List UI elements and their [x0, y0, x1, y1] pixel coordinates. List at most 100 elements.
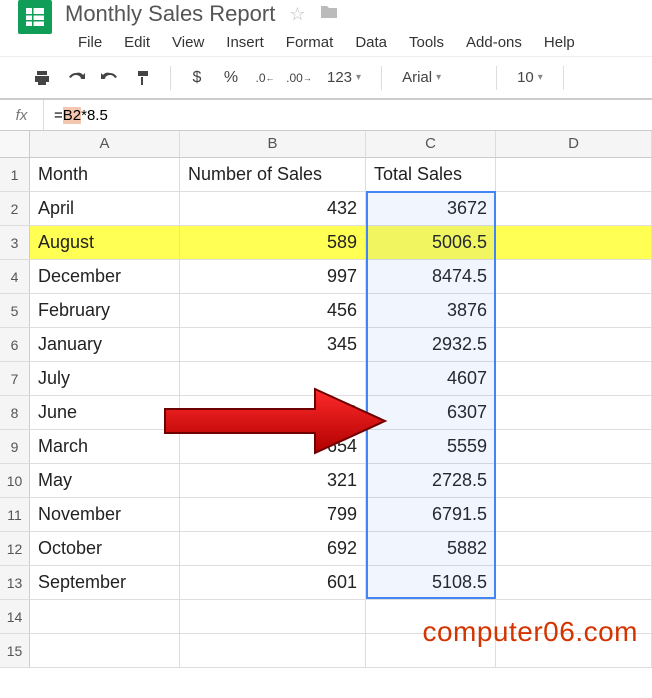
- document-title[interactable]: Monthly Sales Report: [65, 1, 275, 27]
- menu-view[interactable]: View: [162, 30, 214, 55]
- row-header[interactable]: 6: [0, 328, 30, 361]
- menu-format[interactable]: Format: [276, 30, 344, 55]
- row-header[interactable]: 1: [0, 158, 30, 191]
- cell[interactable]: 692: [180, 532, 366, 565]
- cell[interactable]: May: [30, 464, 180, 497]
- menu-tools[interactable]: Tools: [399, 30, 454, 55]
- folder-icon[interactable]: [319, 4, 339, 25]
- formula-input[interactable]: =B2*8.5: [44, 107, 108, 124]
- row-header[interactable]: 7: [0, 362, 30, 395]
- cell[interactable]: [496, 260, 652, 293]
- row-header[interactable]: 12: [0, 532, 30, 565]
- font-size-select[interactable]: 10▾: [509, 65, 551, 90]
- menu-addons[interactable]: Add-ons: [456, 30, 532, 55]
- cell[interactable]: 5882: [366, 532, 496, 565]
- cell[interactable]: April: [30, 192, 180, 225]
- menu-data[interactable]: Data: [345, 30, 397, 55]
- cell[interactable]: [496, 464, 652, 497]
- cell[interactable]: November: [30, 498, 180, 531]
- print-icon[interactable]: [28, 64, 56, 92]
- menu-file[interactable]: File: [68, 30, 112, 55]
- menu-edit[interactable]: Edit: [114, 30, 160, 55]
- cell[interactable]: 3876: [366, 294, 496, 327]
- row-header[interactable]: 15: [0, 634, 30, 667]
- cell[interactable]: 8474.5: [366, 260, 496, 293]
- cell[interactable]: March: [30, 430, 180, 463]
- percent-button[interactable]: %: [217, 64, 245, 92]
- decrease-decimal-button[interactable]: .0←: [251, 64, 279, 92]
- star-icon[interactable]: ☆: [289, 4, 305, 25]
- cell[interactable]: January: [30, 328, 180, 361]
- cell[interactable]: [180, 362, 366, 395]
- cell[interactable]: October: [30, 532, 180, 565]
- cell[interactable]: [496, 328, 652, 361]
- row-header[interactable]: 9: [0, 430, 30, 463]
- cell[interactable]: February: [30, 294, 180, 327]
- currency-button[interactable]: $: [183, 64, 211, 92]
- cell[interactable]: 654: [180, 430, 366, 463]
- menu-help[interactable]: Help: [534, 30, 585, 55]
- sheets-app-icon[interactable]: [18, 0, 52, 34]
- cell[interactable]: 432: [180, 192, 366, 225]
- column-header-C[interactable]: C: [366, 131, 496, 157]
- cell[interactable]: 5108.5: [366, 566, 496, 599]
- number-format-button[interactable]: 123▾: [319, 65, 369, 90]
- row-header[interactable]: 8: [0, 396, 30, 429]
- cell[interactable]: [496, 532, 652, 565]
- cell[interactable]: September: [30, 566, 180, 599]
- cell[interactable]: 997: [180, 260, 366, 293]
- cell[interactable]: 589: [180, 226, 366, 259]
- cell[interactable]: 6791.5: [366, 498, 496, 531]
- row-header[interactable]: 11: [0, 498, 30, 531]
- font-family-select[interactable]: Arial▾: [394, 65, 484, 90]
- cell[interactable]: [30, 600, 180, 633]
- cell[interactable]: [496, 362, 652, 395]
- cell[interactable]: [496, 226, 652, 259]
- column-header-B[interactable]: B: [180, 131, 366, 157]
- cell[interactable]: [496, 430, 652, 463]
- row-header[interactable]: 2: [0, 192, 30, 225]
- row-header[interactable]: 13: [0, 566, 30, 599]
- cell[interactable]: December: [30, 260, 180, 293]
- cell[interactable]: 5006.5: [366, 226, 496, 259]
- cell[interactable]: June: [30, 396, 180, 429]
- cell[interactable]: [180, 634, 366, 667]
- cell[interactable]: 2728.5: [366, 464, 496, 497]
- cell[interactable]: [30, 634, 180, 667]
- row-header[interactable]: 4: [0, 260, 30, 293]
- cell[interactable]: 456: [180, 294, 366, 327]
- cell[interactable]: [496, 294, 652, 327]
- cell[interactable]: 5559: [366, 430, 496, 463]
- cell[interactable]: 345: [180, 328, 366, 361]
- undo-icon[interactable]: [62, 64, 90, 92]
- cell[interactable]: [496, 498, 652, 531]
- menu-insert[interactable]: Insert: [216, 30, 274, 55]
- cell[interactable]: [496, 566, 652, 599]
- cell[interactable]: 2932.5: [366, 328, 496, 361]
- paint-format-icon[interactable]: [130, 64, 158, 92]
- cell[interactable]: Month: [30, 158, 180, 191]
- cell[interactable]: Number of Sales: [180, 158, 366, 191]
- cell[interactable]: 6307: [366, 396, 496, 429]
- row-header[interactable]: 14: [0, 600, 30, 633]
- column-header-A[interactable]: A: [30, 131, 180, 157]
- cell[interactable]: 601: [180, 566, 366, 599]
- redo-icon[interactable]: [96, 64, 124, 92]
- column-header-D[interactable]: D: [496, 131, 652, 157]
- cell[interactable]: 321: [180, 464, 366, 497]
- cell[interactable]: July: [30, 362, 180, 395]
- cell[interactable]: 3672: [366, 192, 496, 225]
- cell[interactable]: 742: [180, 396, 366, 429]
- cell[interactable]: [496, 158, 652, 191]
- cell[interactable]: [496, 192, 652, 225]
- cell[interactable]: August: [30, 226, 180, 259]
- cell[interactable]: 799: [180, 498, 366, 531]
- row-header[interactable]: 3: [0, 226, 30, 259]
- cell[interactable]: [180, 600, 366, 633]
- row-header[interactable]: 5: [0, 294, 30, 327]
- select-all-corner[interactable]: [0, 131, 30, 157]
- cell[interactable]: Total Sales: [366, 158, 496, 191]
- increase-decimal-button[interactable]: .00→: [285, 64, 313, 92]
- cell[interactable]: [496, 396, 652, 429]
- row-header[interactable]: 10: [0, 464, 30, 497]
